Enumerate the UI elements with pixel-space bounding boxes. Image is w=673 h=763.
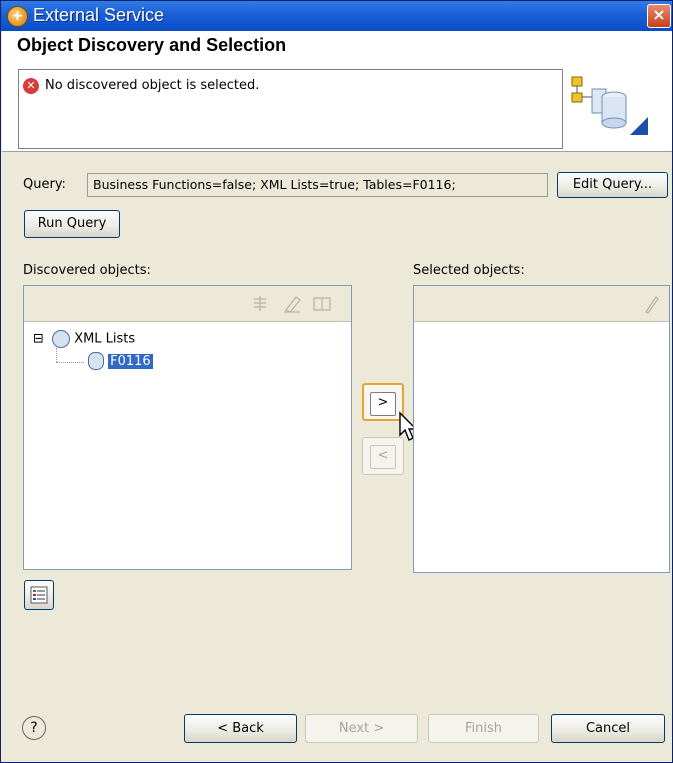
selected-toolbar <box>414 286 669 322</box>
query-label: Query: <box>23 177 66 192</box>
properties-list-icon <box>30 586 48 604</box>
cancel-button[interactable]: Cancel <box>551 714 665 743</box>
remove-from-selected-button[interactable]: < <box>362 437 404 475</box>
run-query-button[interactable]: Run Query <box>24 210 120 238</box>
error-message: No discovered object is selected. <box>45 78 260 93</box>
discovered-tree[interactable]: ⊟ XML Lists F0116 <box>24 322 351 569</box>
add-arrow-label: > <box>370 392 396 416</box>
tree-node-label-selected: F0116 <box>108 353 153 369</box>
error-icon: ✕ <box>23 78 39 94</box>
query-field: Business Functions=false; XML Lists=true… <box>87 173 548 197</box>
tree-node-xml-lists[interactable]: ⊟ XML Lists <box>33 330 135 348</box>
selected-objects-label: Selected objects: <box>413 263 525 278</box>
close-button[interactable]: × <box>647 4 671 28</box>
edit-icon <box>645 296 659 314</box>
discovered-toolbar <box>24 286 351 322</box>
discovered-objects-panel[interactable]: ⊟ XML Lists F0116 <box>23 285 352 570</box>
selected-objects-panel[interactable] <box>413 285 670 573</box>
discovered-objects-label: Discovered objects: <box>23 263 151 278</box>
collapse-toggle-icon[interactable]: ⊟ <box>33 332 44 347</box>
app-icon: + <box>7 6 28 27</box>
edit-query-button[interactable]: Edit Query... <box>557 172 668 198</box>
message-area: ✕ No discovered object is selected. <box>18 69 563 149</box>
tree-connector <box>56 348 58 362</box>
xml-folder-icon <box>52 330 71 348</box>
remove-arrow-label: < <box>370 445 396 469</box>
help-icon[interactable]: ? <box>22 716 46 740</box>
back-button[interactable]: < Back <box>184 714 297 743</box>
wizard-banner-icon <box>571 76 648 135</box>
page-title: Object Discovery and Selection <box>17 35 287 55</box>
tree-node-label: XML Lists <box>74 331 136 347</box>
title-bar[interactable]: + External Service × <box>1 1 672 31</box>
properties-button[interactable] <box>24 580 54 610</box>
filter-icons <box>254 296 331 313</box>
tree-node-f0116[interactable]: F0116 <box>88 352 153 370</box>
external-service-dialog: + External Service × Object Discovery an… <box>0 0 673 763</box>
finish-button[interactable]: Finish <box>428 714 539 743</box>
object-icon <box>88 352 104 370</box>
tree-connector-h <box>56 362 84 364</box>
window-title: External Service <box>33 5 165 25</box>
next-button[interactable]: Next > <box>305 714 418 743</box>
